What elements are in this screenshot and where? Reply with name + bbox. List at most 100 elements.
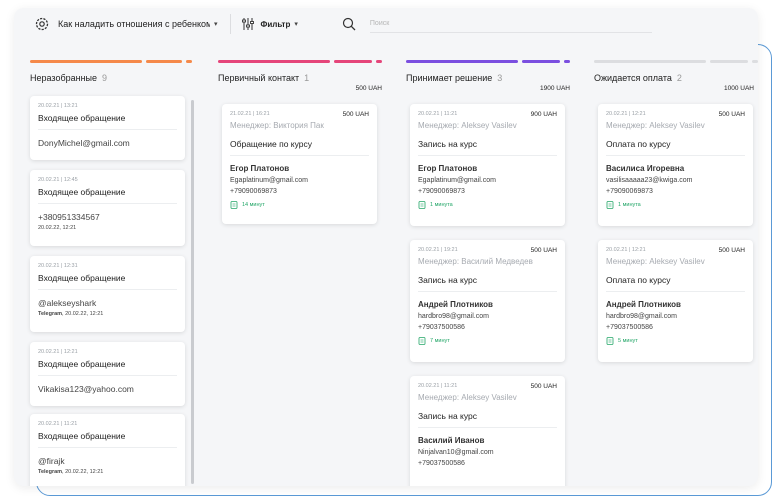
card-contact: @firajk [38, 456, 65, 466]
contact-name: Егор Платонов [230, 164, 290, 173]
contact-email: hardbro98@gmail.com [418, 313, 489, 320]
duration-text: 7 минут [430, 338, 450, 344]
chevron-down-icon[interactable]: ▾ [294, 20, 298, 28]
bar-segment [522, 60, 560, 63]
card-title: Запись на курс [418, 275, 557, 292]
column-header: Ожидается оплата 2 [594, 73, 758, 83]
card-title: Входящее обращение [38, 187, 177, 204]
card-date: 21.02.21 | 16:21 [230, 111, 270, 117]
deal-card[interactable]: 20.02.21 | 11:21 500 UAH Менеджер: Alekse… [410, 376, 565, 486]
card-duration: 14 минут [230, 201, 369, 209]
duration-text: 1 минута [430, 202, 453, 208]
contact-email: Ninjalvan10@gmail.com [418, 449, 494, 456]
contact-name: Андрей Плотников [418, 300, 493, 309]
column-count: 9 [102, 73, 108, 83]
deal-card[interactable]: 20.02.21 | 19:21 500 UAH Менеджер: Васили… [410, 240, 565, 362]
bar-segment [376, 60, 382, 63]
deal-card[interactable]: 20.02.21 | 12:45 Входящее обращение +380… [30, 170, 185, 246]
bar-segment [146, 60, 182, 63]
contact-phone: +79090069873 [418, 188, 465, 195]
bar-segment [710, 60, 748, 63]
card-date: 20.02.21 | 11:21 [418, 383, 458, 389]
contact-name: Василиса Игоревна [606, 164, 685, 173]
search-input[interactable] [369, 15, 652, 33]
contact-email: hardbro98@gmail.com [606, 313, 677, 320]
card-channel: Telegram [38, 311, 63, 317]
contact-phone: +79037500586 [418, 460, 465, 467]
column-first-contact: Первичный контакт 1 500 UAH 21.02.21 | 1… [218, 60, 382, 486]
card-price: 500 UAH [342, 111, 369, 118]
card-duration: 7 минут [418, 337, 557, 345]
chevron-down-icon[interactable]: ▾ [214, 20, 218, 28]
deal-card[interactable]: 21.02.21 | 16:21 500 UAH Менеджер: Виктор… [222, 104, 377, 224]
crm-window: Как наладить отношения с ребенком ▾ Филь… [14, 8, 758, 486]
card-title: Запись на курс [418, 411, 557, 428]
search-icon[interactable] [342, 17, 356, 31]
card-date: 20.02.21 | 19:21 [418, 247, 458, 253]
card-date: 20.02.21 | 12:45 [38, 177, 78, 183]
deal-card[interactable]: 20.02.21 | 12:21 500 UAH Менеджер: Alekse… [598, 240, 753, 362]
column-total: 1000 UAH [724, 85, 754, 92]
column-header: Принимает решение 3 [406, 73, 570, 83]
filter-button[interactable]: Фильтр [261, 20, 291, 29]
column-color-bar [406, 60, 570, 63]
contact-email: Egaplatinum@gmail.com [230, 177, 308, 184]
card-price: 500 UAH [530, 247, 557, 254]
document-icon [418, 201, 426, 209]
contact-email: Egaplatinum@gmail.com [418, 177, 496, 184]
deal-card[interactable]: 20.02.21 | 12:31 Входящее обращение @ale… [30, 256, 185, 332]
card-channel: Telegram [38, 469, 63, 475]
column-header: Неразобранные 9 [30, 73, 194, 83]
column-total: 500 UAH [355, 85, 382, 92]
card-title: Входящее обращение [38, 113, 177, 130]
card-subline: Telegram, 20.02.22, 12:21 [38, 469, 177, 475]
card-sub-text: , 20.02.22, 12:21 [62, 311, 104, 317]
document-icon [230, 201, 238, 209]
bar-segment [406, 60, 518, 63]
kanban-board: Неразобранные 9 20.02.21 | 13:21 Входяще… [26, 60, 758, 486]
contact-phone: +79037500586 [606, 324, 653, 331]
contact-phone: +79037500586 [418, 324, 465, 331]
filter-sliders-icon[interactable] [241, 17, 255, 31]
gear-icon[interactable] [34, 16, 50, 32]
contact-phone: +79090069873 [606, 188, 653, 195]
card-date: 20.02.21 | 12:31 [38, 263, 78, 269]
bar-segment [186, 60, 192, 63]
column-total: 1900 UAH [540, 85, 570, 92]
column-title: Неразобранные [30, 73, 98, 83]
column-deciding: Принимает решение 3 1900 UAH 20.02.21 | … [406, 60, 570, 486]
card-title: Оплата по курсу [606, 139, 745, 156]
column-unsorted: Неразобранные 9 20.02.21 | 13:21 Входяще… [30, 60, 194, 486]
column-color-bar [30, 60, 194, 63]
duration-text: 1 минута [618, 202, 641, 208]
deal-card[interactable]: 20.02.21 | 13:21 Входящее обращение Dony… [30, 96, 185, 160]
column-scrollbar[interactable] [191, 100, 194, 484]
deal-card[interactable]: 20.02.21 | 11:21 Входящее обращение @fir… [30, 414, 185, 486]
deal-card[interactable]: 20.02.21 | 12:21 Входящее обращение Vika… [30, 342, 185, 406]
card-date: 20.02.21 | 12:21 [38, 349, 78, 355]
deal-card[interactable]: 20.02.21 | 12:21 500 UAH Менеджер: Alekse… [598, 104, 753, 226]
card-subline: Telegram, 20.02.22, 12:21 [38, 311, 177, 317]
column-count: 2 [676, 73, 682, 83]
column-color-bar [218, 60, 382, 63]
duration-text: 5 минут [618, 338, 638, 344]
contact-name: Андрей Плотников [606, 300, 681, 309]
top-bar: Как наладить отношения с ребенком ▾ Филь… [14, 8, 758, 40]
bar-segment [218, 60, 330, 63]
document-icon [606, 337, 614, 345]
deal-card[interactable]: 20.02.21 | 11:21 900 UAH Менеджер: Alekse… [410, 104, 565, 226]
card-manager: Менеджер: Aleksey Vasilev [418, 121, 517, 130]
bar-segment [752, 60, 758, 63]
document-icon [606, 201, 614, 209]
contact-name: Василий Иванов [418, 436, 485, 445]
card-title: Входящее обращение [38, 431, 177, 448]
column-count: 1 [304, 73, 310, 83]
card-price: 900 UAH [530, 111, 557, 118]
column-header: Первичный контакт 1 [218, 73, 382, 83]
card-price: 500 UAH [718, 111, 745, 118]
card-subline: 20.02.22, 12:21 [38, 225, 177, 231]
card-contact: Vikakisa123@yahoo.com [38, 384, 134, 394]
card-manager: Менеджер: Aleksey Vasilev [606, 121, 705, 130]
contact-name: Егор Платонов [418, 164, 478, 173]
project-selector[interactable]: Как наладить отношения с ребенком [58, 19, 210, 29]
